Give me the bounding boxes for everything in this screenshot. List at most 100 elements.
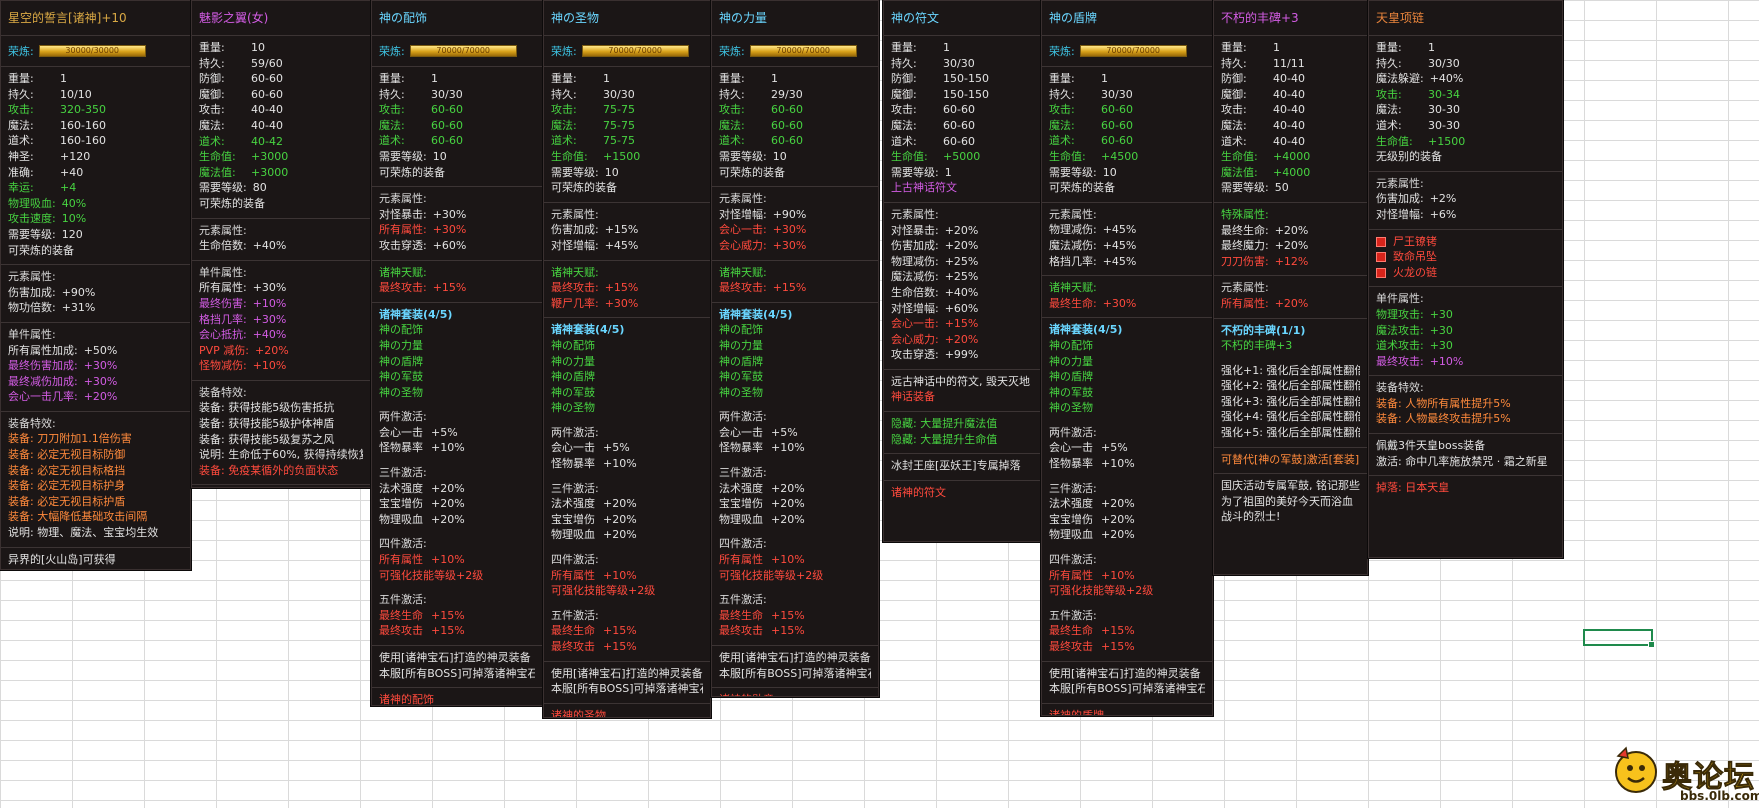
stat-line: 持久: 11/11 xyxy=(1221,56,1360,72)
stat-name: 物理减伤: xyxy=(1049,223,1097,237)
stat-line: 幸运: +4 xyxy=(8,180,183,196)
tooltip-section: 重量: 1 持久: 29/30 攻击: 60-60 魔法: 60-60 道术: 60-60 需要等级… xyxy=(712,67,878,188)
stat-line: 元素属性: xyxy=(1221,280,1360,296)
stat-line: 防御: 60-60 xyxy=(199,71,363,87)
stat-line: 会心威力: +30% xyxy=(719,238,871,254)
stat-value: +10% xyxy=(771,441,805,455)
stat-value: +15% xyxy=(1101,640,1135,653)
line-text: 神の军鼓 xyxy=(551,385,595,399)
line-text: 强化+5: 强化后全部属性翻倍 xyxy=(1221,426,1360,440)
red-gem-icon xyxy=(1376,236,1386,247)
item-title: 神の盾牌 xyxy=(1042,1,1212,36)
stat-line: 使用[诸神宝石]打造的神灵装备 xyxy=(719,650,871,666)
stat-line: 神の圣物 xyxy=(719,385,871,401)
stat-value: +20% xyxy=(1101,528,1135,542)
stat-value: 1 xyxy=(431,72,438,85)
line-text: 装备特效: xyxy=(1376,381,1424,395)
stat-value: +30% xyxy=(432,223,467,237)
stat-value: 10 xyxy=(604,165,619,179)
stat-name: 持久: xyxy=(379,87,405,101)
stat-name: 怪物暴率 xyxy=(719,441,763,455)
stat-name: 攻击: xyxy=(891,103,917,117)
stat-value: +10% xyxy=(603,568,637,582)
stat-line: 格挡几率: +30% xyxy=(199,312,363,328)
stat-name: 魔法: xyxy=(199,118,225,132)
tooltip-section: 终极神器 xyxy=(192,485,370,487)
stat-line: 需要等级: 1 xyxy=(891,165,1033,181)
stat-name: 持久: xyxy=(891,56,917,70)
stat-name: 物理攻击: xyxy=(1376,307,1424,321)
refine-progress-value: 70000/70000 xyxy=(436,46,491,55)
line-text: 强化+3: 强化后全部属性翻倍 xyxy=(1221,394,1360,408)
stat-value: +20% xyxy=(944,332,979,346)
stat-name: 物理吸血 xyxy=(1049,528,1093,542)
line-text: 冰封王座[巫妖王]专属掉落 xyxy=(891,459,1021,473)
stat-name: 法术强度 xyxy=(379,481,423,495)
line-text: 三件激活: xyxy=(719,466,767,480)
stat-line: 所有属性 +10% xyxy=(551,568,703,584)
stat-line: 最终生命: +30% xyxy=(1049,296,1205,312)
stat-name: 伤害加成: xyxy=(1376,192,1424,206)
stat-value: +25% xyxy=(944,270,979,284)
line-text: 神の力量 xyxy=(719,338,763,352)
line-text: 诸神天赋: xyxy=(551,265,599,279)
stat-value: +99% xyxy=(944,348,979,362)
line-text: 诸神套装(4/5) xyxy=(379,307,453,321)
stat-value: 160-160 xyxy=(60,118,106,132)
stat-line: 五件激活: xyxy=(1049,608,1205,624)
stat-line: 持久: 10/10 xyxy=(8,87,183,103)
stat-line: 魔法: 160-160 xyxy=(8,118,183,134)
stat-value: 120 xyxy=(61,227,83,241)
stat-line: 最终生命: +20% xyxy=(1221,223,1360,239)
line-text: 说明: 生命低于60%, 获得持续恢复 xyxy=(199,448,363,462)
stat-value: +30% xyxy=(1102,296,1137,310)
refine-row: 荣炼: 70000/70000 xyxy=(372,36,542,67)
line-text: 致命吊坠 xyxy=(1393,250,1437,264)
stat-line: 单件属性: xyxy=(199,265,363,281)
stat-name: 魔法: xyxy=(379,118,405,132)
tooltip-section: 元素属性: 对怪增幅: +90% 会心一击: +30% 会心威力: +30% xyxy=(712,187,878,261)
line-text: 单件属性: xyxy=(1376,292,1424,306)
tooltip-section: 重量: 1 持久: 30/30 攻击: 60-60 魔法: 60-60 道术: 60-60 需要等级… xyxy=(372,67,542,188)
line-text: 装备: 必定无视目标格挡 xyxy=(8,463,126,477)
stat-line: 生命值: +4000 xyxy=(1221,149,1360,165)
stat-name: 会心一击: xyxy=(719,223,767,237)
tooltip-panel-emperor-necklace: 天皇项链 重量: 1 持久: 30/30 魔法躲避: +40% 攻击: 30-34 魔法: 30-3… xyxy=(1368,0,1563,558)
stat-line: 对怪暴击: +20% xyxy=(891,223,1033,239)
stat-name: 神圣: xyxy=(8,149,34,163)
line-text: 异界的[火山岛]可获得 xyxy=(8,552,116,566)
stat-name: 对怪暴击: xyxy=(379,207,427,221)
stat-line: 所有属性: +30% xyxy=(379,222,535,238)
stat-line: 道术: 60-60 xyxy=(891,134,1033,150)
selected-spreadsheet-cell[interactable] xyxy=(1583,629,1655,648)
stat-line: 无级别的装备 xyxy=(1376,149,1555,165)
stat-line: 魔法躲避: +40% xyxy=(1376,71,1555,87)
stat-line: 两件激活: xyxy=(1049,425,1205,441)
stat-value: +15% xyxy=(431,608,465,622)
stat-line: 单件属性: xyxy=(8,327,183,343)
line-text: 五件激活: xyxy=(719,593,767,607)
stat-line: 诸神套装(4/5) xyxy=(719,307,871,323)
line-text: 可荣炼的装备 xyxy=(551,181,617,195)
refine-label: 荣炼: xyxy=(8,45,34,58)
stat-name: 攻击: xyxy=(1221,103,1247,117)
stat-name: 最终减伤加成: xyxy=(8,374,78,388)
tooltip-section: 装备特效: 装备: 刀刀附加1.1倍伤害 装备: 必定无视目标防御 装备: 必定无视目… xyxy=(1,412,190,548)
stat-line: 需要等级: 10 xyxy=(379,149,535,165)
stat-line: 魔法: 30-30 xyxy=(1376,102,1555,118)
stat-line: 元素属性: xyxy=(379,191,535,207)
line-text: 隐藏: 大量提升魔法值 xyxy=(891,417,998,431)
fill-handle[interactable] xyxy=(1648,641,1655,648)
stat-value: 60-60 xyxy=(431,118,463,132)
tooltip-section: 使用[诸神宝石]打造的神灵装备 本服[所有BOSS]可掉落诸神宝石 xyxy=(1042,662,1212,704)
stat-line: 说明: 生命低于60%, 获得持续恢复 xyxy=(199,447,363,463)
stat-line: 可荣炼的装备 xyxy=(8,243,183,259)
stat-line: 本服[所有BOSS]可掉落诸神宝石 xyxy=(1049,681,1205,697)
stat-value: 10 xyxy=(251,41,265,54)
line-text: 神の圣物 xyxy=(379,385,423,399)
line-text: 可荣炼的装备 xyxy=(1049,181,1115,195)
stat-line: 最终生命 +15% xyxy=(379,608,535,624)
refine-progress-value: 70000/70000 xyxy=(1106,46,1161,55)
